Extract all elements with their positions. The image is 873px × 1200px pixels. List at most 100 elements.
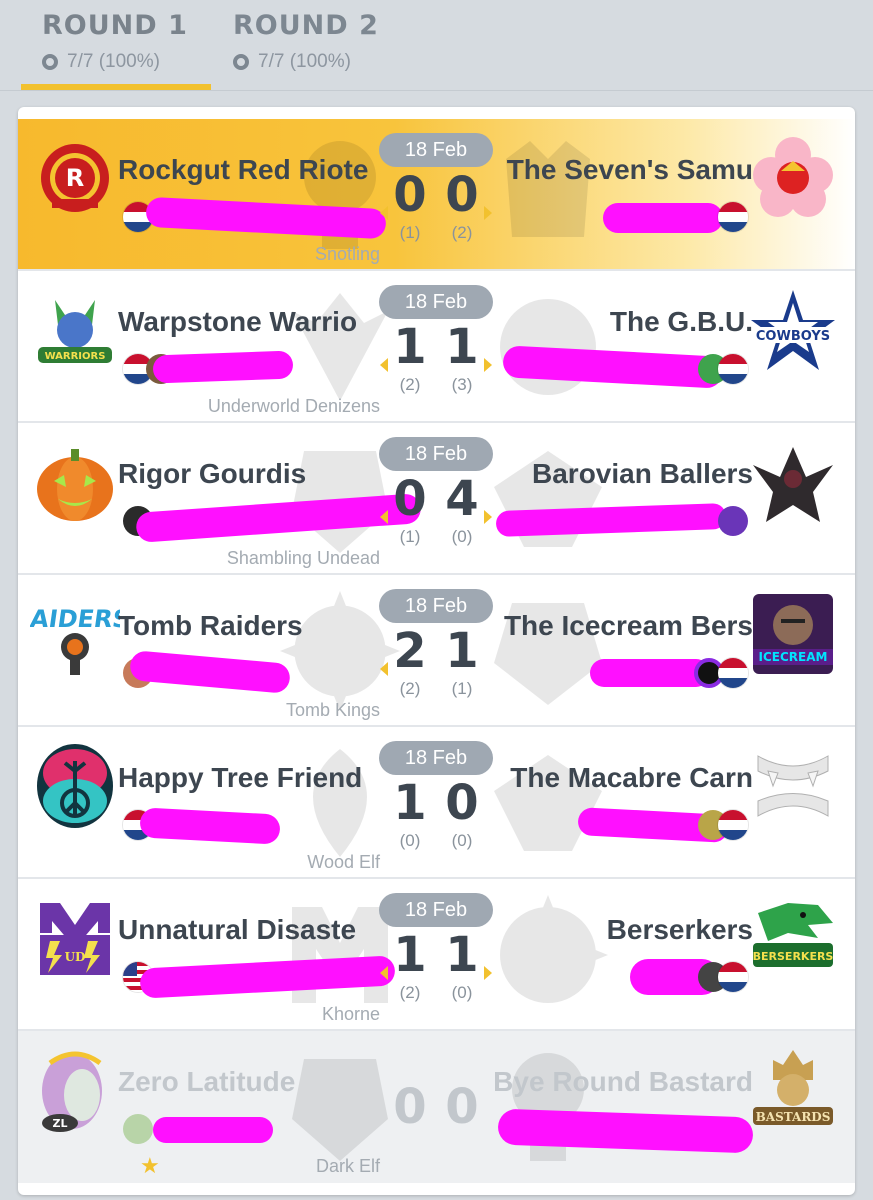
away-score: 0 [445, 167, 479, 223]
netherlands-flag-icon [718, 810, 748, 840]
race-watermark-icon [292, 1059, 388, 1161]
team-logo-fangs-icon [757, 755, 829, 817]
away-team-name[interactable]: The Icecream Bers [504, 610, 753, 642]
away-sub-score: (2) [451, 223, 473, 242]
home-team-name[interactable]: Rockgut Red Riote [118, 154, 380, 186]
tab-round-1-status: 7/7 (100%) [42, 51, 160, 73]
away-score: 1 [445, 927, 479, 983]
home-team-race: Dark Elf [315, 1156, 380, 1176]
away-team-name[interactable]: The Seven's Samu [507, 154, 753, 186]
team-logo-rockgut-icon: R [41, 144, 109, 212]
match-date: 18 Feb [379, 133, 493, 167]
away-arrow-icon [484, 966, 492, 980]
home-team-name[interactable]: Zero Latitude [118, 1066, 380, 1098]
tab-round-1-progress: 7/7 (100%) [67, 51, 160, 72]
away-team-name[interactable]: Barovian Ballers [532, 458, 753, 490]
match-row[interactable]: RAIDERS Tomb Raiders Tomb Kings 18 Feb 2… [18, 575, 855, 727]
match-row[interactable]: WARRIORS Warpstone Warrio Underworld Den… [18, 271, 855, 423]
home-sub-score: (2) [399, 983, 421, 1002]
home-team-name[interactable]: Unnatural Disaste [118, 914, 380, 946]
redacted-coach-name [153, 1117, 273, 1143]
race-watermark-icon [506, 141, 590, 237]
home-team-race: Underworld Denizens [207, 396, 380, 416]
away-arrow-icon [484, 206, 492, 220]
away-team-name[interactable]: Berserkers [607, 914, 753, 946]
race-watermark-icon [494, 755, 602, 851]
svg-text:R: R [66, 164, 84, 192]
away-sub-score: (0) [451, 831, 473, 850]
away-arrow-icon [484, 358, 492, 372]
tab-round-1[interactable]: ROUND 1 7/7 (100%) [12, 10, 211, 90]
home-team-race: Snotling [314, 244, 380, 264]
away-team-name[interactable]: The Macabre Carn [510, 762, 753, 794]
logo-text: ZL [53, 1117, 68, 1130]
away-score: 1 [445, 623, 479, 679]
logo-text: RAIDERS [30, 605, 120, 633]
home-score: 0 [393, 167, 427, 223]
home-sub-score: (1) [399, 527, 421, 546]
away-score: 0 [445, 1079, 479, 1135]
team-logo-barovian-icon [753, 447, 833, 522]
away-team-name[interactable]: Bye Round Bastard [493, 1066, 753, 1098]
netherlands-flag-icon [718, 202, 748, 232]
logo-text: ICECREAM [759, 650, 828, 664]
logo-text: WARRIORS [45, 351, 106, 362]
race-watermark-icon [494, 451, 602, 547]
home-score: 2 [393, 623, 427, 679]
team-logo-unnatural-icon: UD [40, 903, 110, 975]
team-logo-warpstone-icon: WARRIORS [38, 300, 112, 363]
tab-round-2[interactable]: ROUND 2 7/7 (100%) [203, 10, 393, 90]
home-team-name[interactable]: Tomb Raiders [118, 610, 380, 642]
away-sub-score: (3) [451, 375, 473, 394]
tab-round-2-progress: 7/7 (100%) [258, 51, 351, 72]
coach-avatar [718, 506, 748, 536]
home-score: 1 [393, 927, 427, 983]
logo-text: COWBOYS [756, 329, 830, 344]
home-score: 0 [393, 471, 427, 527]
race-watermark-icon [494, 603, 602, 705]
home-sub-score: (2) [399, 679, 421, 698]
logo-text: BERSERKERS [753, 950, 834, 963]
away-sub-score: (1) [451, 679, 473, 698]
away-arrow-icon [484, 510, 492, 524]
match-date: 18 Feb [379, 893, 493, 927]
home-team-name[interactable]: Happy Tree Friend [118, 762, 380, 794]
home-team-name[interactable]: Warpstone Warrio [118, 306, 380, 338]
home-sub-score: (2) [399, 375, 421, 394]
home-team-race: Tomb Kings [285, 700, 380, 720]
progress-ring-icon [42, 54, 58, 70]
team-logo-samurai-icon [753, 137, 833, 217]
match-date: 18 Feb [379, 285, 493, 319]
team-logo-pumpkin-icon [37, 449, 113, 521]
match-row[interactable]: Rigor Gourdis Shambling Undead 18 Feb 0 … [18, 423, 855, 575]
match-row[interactable]: UD Unnatural Disaste Khorne 18 Feb 1 1 (… [18, 879, 855, 1031]
netherlands-flag-icon [718, 658, 748, 688]
tab-round-2-title: ROUND 2 [233, 10, 379, 41]
redacted-coach-name [139, 807, 281, 845]
home-team-race: Shambling Undead [226, 548, 380, 568]
away-team-name[interactable]: The G.B.U. [610, 306, 753, 338]
home-team-name[interactable]: Rigor Gourdis [118, 458, 380, 490]
home-score: 0 [393, 1079, 427, 1135]
team-logo-cowboys-icon: COWBOYS [751, 290, 835, 370]
away-score: 0 [445, 775, 479, 831]
match-row[interactable]: R Rockgut Red Riote Snotling 18 Feb 0 0 … [18, 119, 855, 271]
redacted-coach-name [603, 203, 723, 233]
team-logo-tomb-raiders-icon: RAIDERS [30, 605, 120, 675]
netherlands-flag-icon [718, 354, 748, 384]
home-sub-score: (1) [399, 223, 421, 242]
match-date: 18 Feb [379, 589, 493, 623]
match-row-bye[interactable]: ZL Zero Latitude ★ Dark Elf 0 0 Bye Roun… [18, 1031, 855, 1183]
match-date: 18 Feb [379, 741, 493, 775]
star-icon: ★ [140, 1153, 160, 1178]
home-team-race: Khorne [321, 1004, 380, 1024]
match-row[interactable]: Happy Tree Friend Wood Elf 18 Feb 1 0 (0… [18, 727, 855, 879]
tab-round-2-status: 7/7 (100%) [233, 51, 351, 73]
coach-avatar [123, 1114, 153, 1144]
match-date: 18 Feb [379, 437, 493, 471]
away-score: 4 [445, 471, 479, 527]
logo-text: BASTARDS [756, 1110, 831, 1124]
team-logo-happy-tree-icon [37, 744, 113, 828]
team-logo-zero-latitude-icon: ZL [42, 1051, 102, 1132]
netherlands-flag-icon [718, 962, 748, 992]
